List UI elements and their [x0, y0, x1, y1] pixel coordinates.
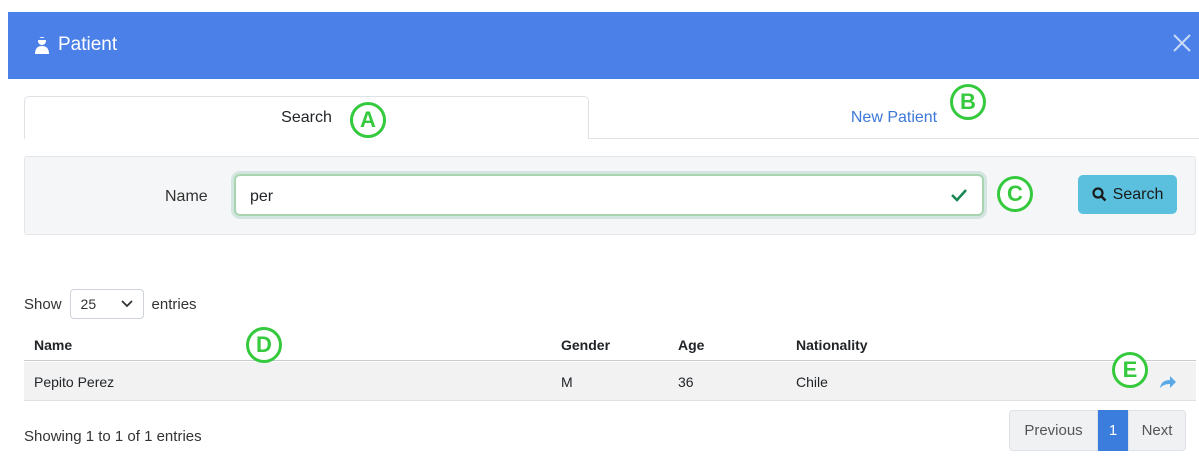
check-icon: [951, 189, 967, 202]
tab-search[interactable]: Search: [24, 96, 589, 139]
previous-page-button[interactable]: Previous: [1009, 410, 1098, 451]
cell-name: Pepito Perez: [34, 374, 115, 390]
next-page-button[interactable]: Next: [1128, 410, 1186, 451]
page-1-button[interactable]: 1: [1098, 410, 1128, 451]
column-header-age[interactable]: Age: [678, 337, 704, 353]
share-arrow-icon[interactable]: [1158, 374, 1178, 390]
name-input[interactable]: [248, 184, 942, 210]
close-icon[interactable]: [1169, 30, 1195, 56]
column-header-name[interactable]: Name: [34, 337, 72, 353]
show-label: Show: [24, 295, 62, 313]
callout-b: B: [950, 84, 986, 120]
chevron-down-icon: [120, 300, 133, 308]
callout-c: C: [997, 176, 1033, 212]
column-header-nationality[interactable]: Nationality: [796, 337, 868, 353]
tab-search-label: Search: [281, 109, 332, 126]
table-header-divider: [24, 360, 1196, 361]
entries-select[interactable]: 25: [69, 289, 144, 319]
entries-control: Show 25 entries: [24, 288, 197, 320]
tabs-divider: [589, 138, 1199, 139]
tab-new-patient[interactable]: New Patient: [589, 96, 1199, 139]
name-field[interactable]: [234, 174, 984, 216]
table-info: Showing 1 to 1 of 1 entries: [24, 428, 202, 445]
entries-value: 25: [80, 296, 97, 312]
cell-nationality: Chile: [796, 374, 828, 390]
name-label: Name: [165, 188, 208, 205]
cell-gender: M: [561, 374, 573, 390]
pagination: Previous 1 Next: [1009, 410, 1186, 451]
search-button-label: Search: [1112, 185, 1164, 203]
callout-e: E: [1112, 352, 1148, 388]
modal-title-text: Patient: [58, 34, 118, 55]
cell-age: 36: [678, 374, 694, 390]
column-header-gender[interactable]: Gender: [561, 337, 610, 353]
search-icon: [1092, 187, 1107, 202]
tab-new-patient-label: New Patient: [850, 108, 938, 126]
callout-d: D: [246, 327, 282, 363]
modal-header: Patient: [8, 12, 1199, 79]
user-injured-icon: [35, 37, 49, 54]
callout-a: A: [350, 102, 386, 138]
table-row: [24, 362, 1196, 401]
search-button[interactable]: Search: [1078, 175, 1177, 214]
entries-label: entries: [151, 295, 197, 313]
modal-title: Patient: [32, 34, 117, 56]
